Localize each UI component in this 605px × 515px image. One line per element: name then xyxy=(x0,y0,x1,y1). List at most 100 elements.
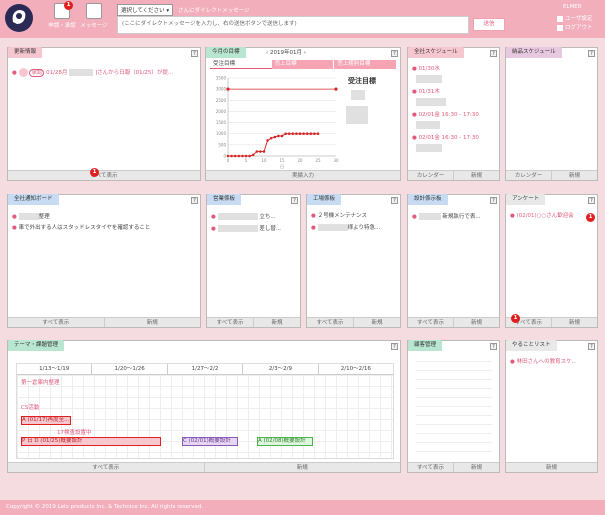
board-item[interactable]: ● 新規執行で表... xyxy=(408,213,499,221)
gantt-bar[interactable]: C (02/01)概要設計 xyxy=(182,437,238,446)
show-all-button[interactable]: すべて表示 xyxy=(408,463,453,472)
redacted-value xyxy=(351,90,365,100)
dm-recipient-select[interactable]: 選択してください ▾ xyxy=(117,4,174,16)
send-button[interactable]: 送信 xyxy=(473,18,505,31)
notice-panel: 全社通知ボード ? ● 整理 ● 車で外出する人はスタッドレスタイヤを確認するこ… xyxy=(7,194,201,328)
todo-item-label: 林田さんへの教育スケ... xyxy=(516,359,577,365)
new-button[interactable]: 新規 xyxy=(203,463,401,472)
company-schedule-title: 全社スケジュール xyxy=(408,47,464,58)
new-label: 新規 xyxy=(371,320,383,326)
calendar-button[interactable]: カレンダー xyxy=(408,171,453,180)
calendar-button[interactable]: カレンダー xyxy=(506,171,551,180)
update-show-all-button[interactable]: すべて表示 xyxy=(8,171,200,180)
series-point xyxy=(309,132,313,136)
x-tick-label: 5 xyxy=(245,158,248,163)
tab-profit-goal[interactable]: 売上粗利目標 xyxy=(333,60,397,69)
gantt-week: 2/10～2/16 xyxy=(340,366,371,372)
gantt-bar[interactable]: A (01/17)再度至... xyxy=(21,416,71,425)
schedule-item[interactable]: ● 01/31木 xyxy=(408,89,499,96)
approve-tag: 承認 xyxy=(29,69,45,77)
series-point xyxy=(255,150,259,153)
show-all-button[interactable]: すべて表示 xyxy=(8,463,204,472)
help-icon[interactable]: ? xyxy=(191,197,198,204)
message-icon xyxy=(86,3,102,19)
message-button[interactable]: メッセージ xyxy=(78,3,110,35)
board-item[interactable]: ● 立ち... xyxy=(207,213,300,221)
new-button[interactable]: 新規 xyxy=(453,318,499,327)
series-point xyxy=(266,139,269,142)
gantt-bar[interactable]: P 日 D (01/25)概要設計 xyxy=(21,437,161,446)
board-item[interactable]: ● 様より特急... xyxy=(307,224,400,232)
update-entry[interactable]: ● 承認 01/28月 ]さんから日報（01/25）が提... xyxy=(8,68,200,77)
customer-list xyxy=(416,361,492,453)
help-icon[interactable]: ? xyxy=(490,50,497,57)
new-label: 新規 xyxy=(271,320,283,326)
help-icon[interactable]: ? xyxy=(191,50,198,57)
survey-panel: アンケート ? ● (02/01)○○さん歓迎会 1 すべて表示 新規 1 xyxy=(505,194,598,328)
notice-item[interactable]: ● 車で外出する人はスタッドレスタイヤを確認すること xyxy=(8,225,200,232)
record-entry-button[interactable]: 実績入力 xyxy=(206,171,400,180)
new-button[interactable]: 新規 xyxy=(253,318,300,327)
schedule-item[interactable]: ● 02/01金 16:30 - 17:30 xyxy=(408,112,499,119)
x-tick-label: 20 xyxy=(297,158,303,163)
show-all-label: すべて表示 xyxy=(417,465,444,471)
series-point xyxy=(226,87,230,91)
new-button[interactable]: 新規 xyxy=(506,463,597,472)
dm-input[interactable]: (ここにダイレクトメッセージを入力し、右の送信ボタンで送信します) xyxy=(117,16,469,34)
help-icon[interactable]: ? xyxy=(391,343,398,350)
show-all-button[interactable]: すべて表示 xyxy=(408,318,453,327)
redacted-text xyxy=(416,75,442,83)
new-button[interactable]: 新規 xyxy=(551,171,597,180)
help-icon[interactable]: ? xyxy=(490,343,497,350)
help-icon[interactable]: ? xyxy=(588,343,595,350)
help-icon[interactable]: ? xyxy=(490,197,497,204)
show-all-button[interactable]: すべて表示 xyxy=(8,318,104,327)
sales-board-title: 営業係板 xyxy=(207,194,242,205)
gantt-theme[interactable]: CS活動 xyxy=(21,403,39,411)
redacted-text xyxy=(418,213,441,220)
help-icon[interactable]: ? xyxy=(588,197,595,204)
copyright: Copyright © 2019 Lelo products Inc. & Te… xyxy=(0,500,605,515)
delivery-schedule-title: 納品スケジュール xyxy=(506,47,562,58)
new-button[interactable]: 新規 xyxy=(551,318,597,327)
notice-item[interactable]: ● 整理 xyxy=(8,213,200,221)
survey-item[interactable]: ● (02/01)○○さん歓迎会 xyxy=(506,213,597,220)
help-icon[interactable]: ? xyxy=(291,197,298,204)
board-item[interactable]: ● ２号機メンテナンス xyxy=(307,213,400,220)
tab-sales-goal[interactable]: 売上目標 xyxy=(271,60,334,69)
help-icon[interactable]: ? xyxy=(391,197,398,204)
new-button[interactable]: 新規 xyxy=(453,463,499,472)
new-label: 新規 xyxy=(568,173,580,179)
gantt-header: 1/13～1/19 1/20～1/26 1/27～2/2 2/3～2/9 2/1… xyxy=(17,364,393,375)
apply-approve-button[interactable]: 申請・承認 1 xyxy=(46,1,78,35)
new-button[interactable]: 新規 xyxy=(453,171,499,180)
settings-icon xyxy=(557,15,563,22)
gantt-theme[interactable]: 第一倉庫内整理 xyxy=(21,378,60,386)
logout-link[interactable]: ログアウト xyxy=(557,24,593,33)
logo-icon xyxy=(5,4,33,32)
gantt-bar[interactable]: A (02/08)概要設計 xyxy=(257,437,313,446)
redacted-text xyxy=(416,144,442,152)
tab-order-goal[interactable]: 受注目標 xyxy=(210,60,272,69)
new-button[interactable]: 新規 xyxy=(103,318,201,327)
logout-label: ログアウト xyxy=(565,25,593,31)
show-all-button[interactable]: すべて表示 xyxy=(207,318,253,327)
board-item[interactable]: ● 差し替... xyxy=(207,225,300,233)
series-point xyxy=(305,132,309,136)
series-point xyxy=(237,154,241,158)
y-tick-label: 3000 xyxy=(216,87,227,92)
help-icon[interactable]: ? xyxy=(588,50,595,57)
todo-item[interactable]: ● 林田さんへの教育スケ... xyxy=(506,359,597,366)
apply-badge: 1 xyxy=(64,1,73,10)
show-all-button[interactable]: すべて表示 xyxy=(307,318,353,327)
user-settings-label: ユーザ設定 xyxy=(565,16,593,22)
schedule-item[interactable]: ● 02/01金 16:30 - 17:30 xyxy=(408,135,499,142)
schedule-item[interactable]: ● 01/30水 xyxy=(408,66,499,73)
series-point xyxy=(226,154,230,158)
new-button[interactable]: 新規 xyxy=(353,318,400,327)
month-selector[interactable]: ‹ 2019年01月 › xyxy=(266,48,306,59)
gantt-week: 1/13～1/19 xyxy=(17,364,93,374)
user-settings-link[interactable]: ユーザ設定 xyxy=(557,15,593,24)
help-icon[interactable]: ? xyxy=(391,50,398,57)
calendar-label: カレンダー xyxy=(416,173,445,179)
